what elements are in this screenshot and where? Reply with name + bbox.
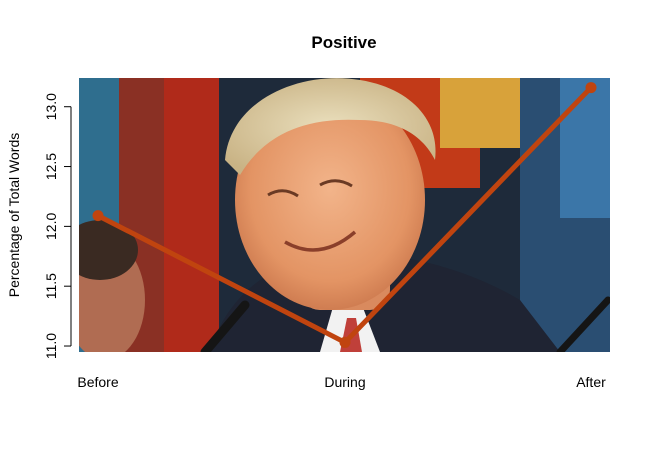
data-point: [585, 82, 597, 94]
x-tick-label: Before: [77, 374, 118, 390]
y-axis-label: Percentage of Total Words: [6, 133, 22, 297]
data-point: [92, 210, 104, 222]
y-tick-label: 12.0: [43, 213, 59, 240]
chart: Positive Percentage of Total Words 11.01…: [6, 33, 610, 390]
y-tick-label: 12.5: [43, 153, 59, 180]
background-photo: [79, 78, 610, 352]
x-tick-label: During: [324, 374, 365, 390]
x-axis: Before During After: [77, 374, 606, 390]
chart-title: Positive: [311, 33, 376, 52]
x-tick-label: After: [576, 374, 606, 390]
y-tick-label: 11.0: [43, 333, 59, 359]
y-tick-label: 11.5: [43, 273, 59, 299]
data-point: [339, 336, 351, 348]
y-axis: 11.0 11.5 12.0 12.5 13.0: [43, 93, 72, 359]
y-tick-label: 13.0: [43, 93, 59, 120]
